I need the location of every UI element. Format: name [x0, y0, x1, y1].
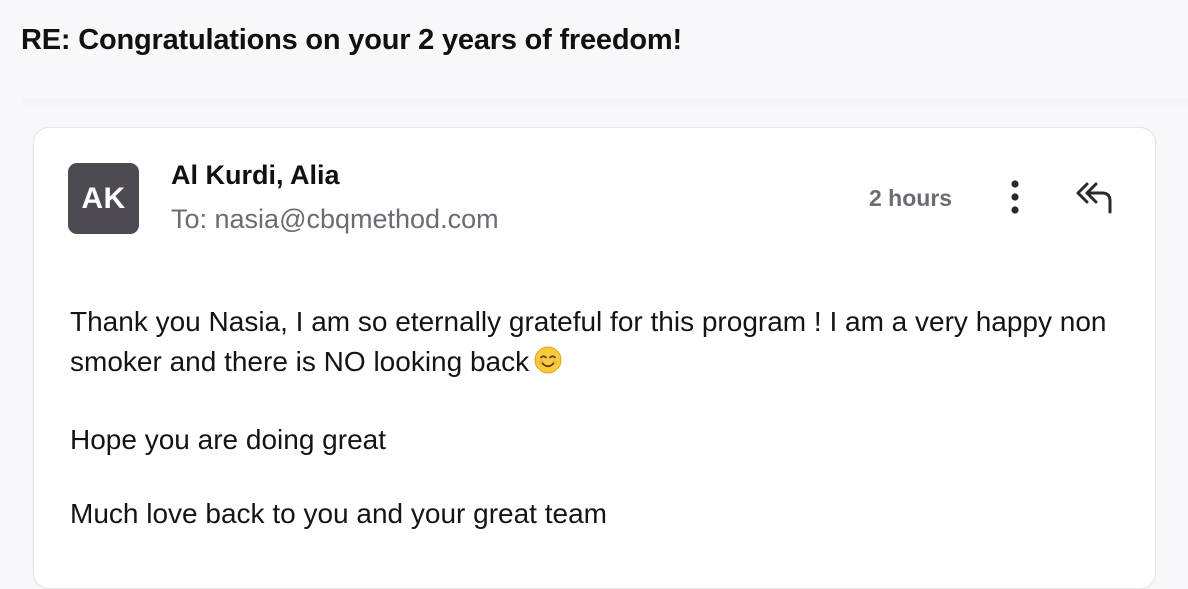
email-message-card: AK Al Kurdi, Alia To: nasia@cbqmethod.co… [33, 127, 1156, 589]
more-options-button[interactable] [999, 176, 1031, 220]
body-text: Thank you Nasia, I am so eternally grate… [70, 306, 1107, 377]
email-subject: RE: Congratulations on your 2 years of f… [21, 24, 682, 56]
body-paragraph: Hope you are doing great [70, 424, 386, 455]
recipient-line: To: nasia@cbqmethod.com [171, 204, 499, 234]
email-body: Thank you Nasia, I am so eternally grate… [70, 302, 1130, 568]
smiling-face-icon [533, 345, 563, 386]
sender-name[interactable]: Al Kurdi, Alia [171, 160, 340, 191]
body-paragraph: Thank you Nasia, I am so eternally grate… [70, 302, 1130, 386]
message-time: 2 hours [869, 185, 953, 211]
reply-all-icon [1076, 182, 1112, 214]
header-divider [22, 98, 1188, 108]
more-vertical-icon [1011, 180, 1019, 214]
reply-all-button[interactable] [1074, 178, 1118, 218]
body-paragraph: Much love back to you and your great tea… [70, 498, 607, 529]
avatar-initials: AK [81, 181, 126, 215]
avatar: AK [68, 163, 139, 234]
